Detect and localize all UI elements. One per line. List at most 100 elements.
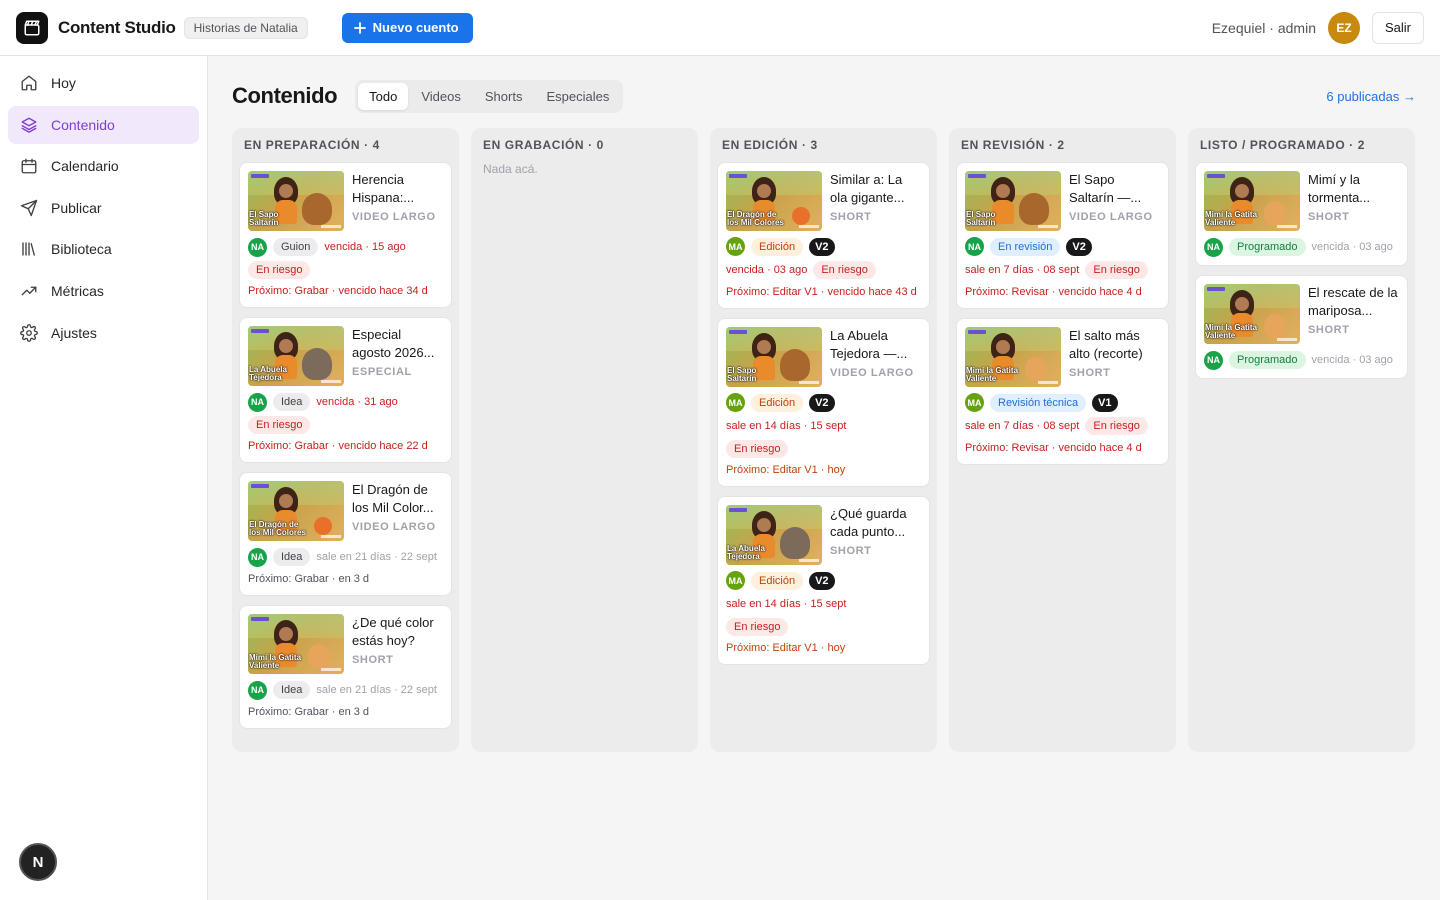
content-card[interactable]: Mimí la Gatita Valiente El salto más alto… — [956, 318, 1169, 465]
content-card[interactable]: La Abuela Tejedora ¿Qué guarda cada punto… — [717, 496, 930, 665]
content-card[interactable]: El Dragón de los Mil Colores El Dragón de… — [239, 472, 452, 596]
card-header: Mimí la Gatita Valiente El rescate de la … — [1204, 284, 1399, 344]
published-link[interactable]: 6 publicadas → — [1326, 89, 1416, 104]
sidebar-item-label: Publicar — [51, 199, 102, 216]
due-date: sale en 21 días · 22 sept — [316, 684, 437, 696]
content-card[interactable]: Mimí la Gatita Valiente ¿De qué color est… — [239, 605, 452, 729]
card-title: El rescate de la mariposa... — [1308, 285, 1398, 318]
card-type: SHORT — [1069, 367, 1111, 379]
status-badge: En revisión — [990, 237, 1061, 256]
sidebar-item-label: Contenido — [51, 116, 115, 133]
card-type: SHORT — [830, 545, 872, 557]
assignee-avatar: MA — [726, 393, 745, 412]
risk-badge: En riesgo — [1085, 417, 1148, 435]
thumbnail-caption: La Abuela Tejedora — [249, 365, 287, 382]
card-info: El rescate de la mariposa... SHORT — [1308, 284, 1399, 344]
card-info: El Dragón de los Mil Color... VIDEO LARGO — [352, 481, 443, 541]
assignee-avatar: MA — [965, 393, 984, 412]
card-header: El Dragón de los Mil Colores El Dragón de… — [248, 481, 443, 541]
sidebar-item-contenido[interactable]: Contenido — [8, 105, 199, 144]
workspace-badge[interactable]: Historias de Natalia — [183, 16, 308, 39]
tab-especiales[interactable]: Especiales — [535, 83, 620, 110]
status-badge: Edición — [751, 571, 804, 590]
sidebar-item-calendario[interactable]: Calendario — [8, 147, 199, 185]
due-date: vencida · 31 ago — [316, 396, 398, 408]
card-date-row: sale en 14 días · 15 sept — [726, 594, 921, 614]
content-card[interactable]: Mimí la Gatita Valiente Mimí y la torment… — [1195, 162, 1408, 266]
thumbnail-caption: Mimí la Gatita Valiente — [249, 653, 302, 670]
column-header: EN PREPARACIÓN · 4 — [244, 138, 380, 152]
card-type: ESPECIAL — [352, 366, 412, 378]
thumbnail-caption: Mimí la Gatita Valiente — [1205, 323, 1258, 340]
status-badge: Programado — [1229, 238, 1306, 256]
card-risk-row: En riesgo — [248, 416, 443, 434]
due-date: vencida · 03 ago — [1311, 354, 1393, 366]
user-label: Ezequiel · admin — [1211, 19, 1316, 36]
empty-column-text: Nada acá. — [483, 162, 538, 176]
tab-videos[interactable]: Videos — [410, 83, 472, 110]
version-badge: V2 — [1066, 237, 1092, 256]
card-title: Similar a: La ola gigante... — [830, 172, 905, 205]
sidebar-item-publicar[interactable]: Publicar — [8, 189, 199, 227]
next-step: Próximo: Revisar · vencido hace 4 d — [965, 286, 1142, 298]
version-badge: V2 — [809, 393, 835, 412]
sidebar-item-biblioteca[interactable]: Biblioteca — [8, 230, 199, 268]
column-header: EN GRABACIÓN · 0 — [483, 138, 604, 152]
thumbnail-caption: El Sapo Saltarín — [966, 210, 996, 227]
card-type: SHORT — [830, 211, 872, 223]
clapperboard-icon[interactable] — [16, 11, 48, 44]
tab-todo[interactable]: Todo — [358, 82, 409, 110]
logout-button[interactable]: Salir — [1371, 11, 1424, 44]
trend-icon — [21, 286, 37, 296]
sidebar-item-ajustes[interactable]: Ajustes — [8, 314, 199, 352]
card-info: El salto más alto (recorte) SHORT — [1069, 327, 1160, 387]
status-badge: Idea — [273, 393, 311, 411]
due-date: sale en 14 días · 15 sept — [726, 420, 847, 432]
user-avatar[interactable]: EZ — [1327, 11, 1360, 44]
floating-n-badge[interactable]: N — [19, 843, 57, 881]
due-date: sale en 7 días · 08 sept — [965, 420, 1080, 432]
risk-badge: En riesgo — [248, 261, 311, 279]
card-header: Mimí la Gatita Valiente El salto más alto… — [965, 327, 1160, 387]
new-story-button[interactable]: Nuevo cuento — [341, 12, 473, 43]
card-info: Herencia Hispana:... VIDEO LARGO — [352, 171, 443, 231]
card-info: Similar a: La ola gigante... SHORT — [830, 171, 921, 231]
sidebar-item-metricas[interactable]: Métricas — [8, 272, 199, 310]
risk-badge: En riesgo — [813, 261, 876, 279]
next-step: Próximo: Grabar · en 3 d — [248, 706, 370, 718]
gear-icon — [20, 323, 38, 342]
card-header: El Sapo Saltarín La Abuela Tejedora —... V… — [726, 327, 921, 387]
library-icon — [22, 242, 35, 257]
card-header: El Dragón de los Mil Colores Similar a: L… — [726, 171, 921, 231]
content-card[interactable]: El Sapo Saltarín Herencia Hispana:... VIDE… — [239, 162, 452, 308]
calendar-icon — [21, 158, 37, 174]
kanban-column: LISTO / PROGRAMADO · 2 Mimí la Gatita Val… — [1188, 128, 1415, 752]
card-risk-row: En riesgo — [248, 261, 443, 279]
risk-badge: En riesgo — [726, 440, 789, 458]
card-date-row: sale en 7 días · 08 sept En riesgo — [965, 260, 1160, 280]
content-card[interactable]: Mimí la Gatita Valiente El rescate de la … — [1195, 275, 1408, 379]
due-date: vencida · 03 ago — [726, 264, 808, 276]
content-card[interactable]: El Sapo Saltarín La Abuela Tejedora —... V… — [717, 318, 930, 487]
card-type: SHORT — [352, 654, 394, 666]
assignee-avatar: NA — [248, 392, 267, 412]
card-thumbnail: Mimí la Gatita Valiente — [1204, 171, 1300, 231]
card-title: Especial agosto 2026... — [352, 327, 435, 360]
content-card[interactable]: La Abuela Tejedora Especial agosto 2026..… — [239, 317, 452, 463]
sidebar-item-hoy[interactable]: Hoy — [8, 64, 199, 102]
card-header: El Sapo Saltarín Herencia Hispana:... VIDE… — [248, 171, 443, 231]
card-info: Mimí y la tormenta... SHORT — [1308, 171, 1399, 231]
content-card[interactable]: El Sapo Saltarín El Sapo Saltarín —... VID… — [956, 162, 1169, 309]
page-title: Contenido — [232, 83, 338, 108]
card-status-row: NA Programado vencida · 03 ago — [1204, 350, 1399, 370]
kanban-column: EN EDICIÓN · 3 El Dragón de los Mil Color… — [710, 128, 937, 752]
next-step: Próximo: Grabar · vencido hace 34 d — [248, 285, 428, 297]
content-card[interactable]: El Dragón de los Mil Colores Similar a: L… — [717, 162, 930, 309]
home-icon — [21, 75, 37, 91]
risk-badge: En riesgo — [248, 416, 311, 434]
tab-shorts[interactable]: Shorts — [474, 83, 534, 110]
card-status-row: NA Idea sale en 21 días · 22 sept — [248, 547, 443, 567]
version-badge: V2 — [809, 571, 835, 590]
card-info: ¿De qué color estás hoy? SHORT — [352, 614, 443, 674]
card-header: Mimí la Gatita Valiente Mimí y la torment… — [1204, 171, 1399, 231]
